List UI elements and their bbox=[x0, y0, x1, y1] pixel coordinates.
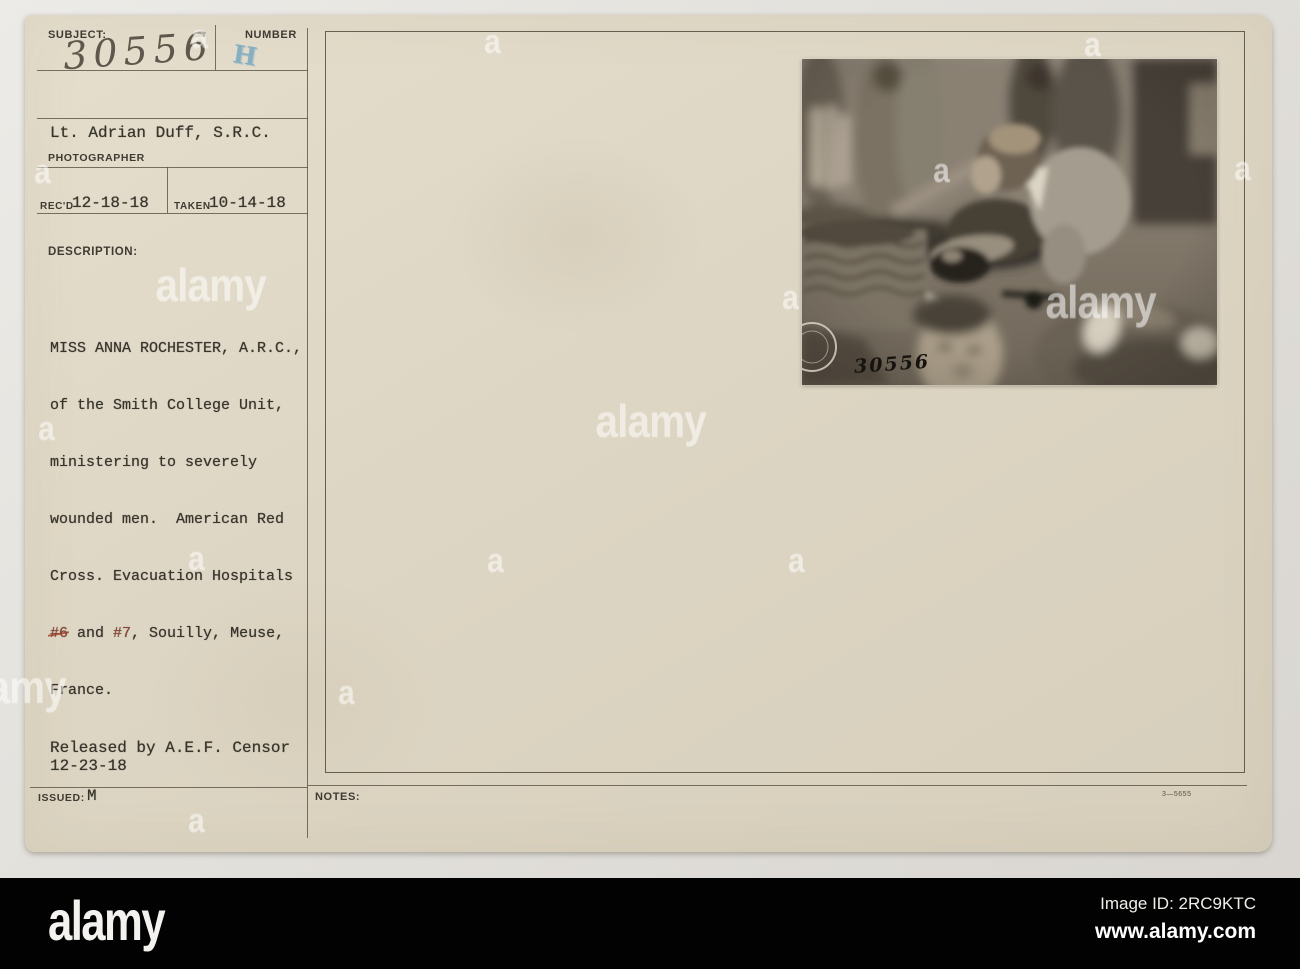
watermark-alamy: alamy bbox=[595, 395, 707, 447]
description-line: MISS ANNA ROCHESTER, A.R.C., bbox=[50, 340, 303, 357]
taken-label: TAKEN bbox=[174, 201, 211, 212]
issued-value: M bbox=[87, 787, 97, 805]
released-date: 12-23-18 bbox=[50, 757, 127, 775]
watermark-alamy: alamy bbox=[1045, 276, 1157, 328]
description-line: Cross. Evacuation Hospitals bbox=[50, 568, 294, 585]
watermark-a: a bbox=[188, 802, 205, 840]
description-line: wounded men. American Red bbox=[50, 511, 285, 528]
photographer-name: Lt. Adrian Duff, S.R.C. bbox=[50, 124, 271, 142]
issued-label: ISSUED: bbox=[38, 792, 85, 804]
description-fragment: and bbox=[68, 625, 114, 642]
description-line: France. bbox=[50, 682, 114, 699]
photograph-nurse-wounded: 30556 bbox=[801, 58, 1218, 386]
description-text: MISS ANNA ROCHESTER, A.R.C., of the Smit… bbox=[50, 301, 302, 738]
watermark-a: a bbox=[191, 18, 208, 56]
number-stamp-h: H bbox=[230, 39, 259, 72]
divider-line bbox=[37, 213, 308, 214]
alamy-url: www.alamy.com bbox=[1094, 920, 1256, 943]
description-line: ministering to severely bbox=[50, 454, 258, 471]
image-id-text: Image ID: 2RC9KTC bbox=[1100, 894, 1256, 913]
watermark-a: a bbox=[1084, 26, 1101, 64]
divider-line bbox=[37, 167, 308, 168]
description-label: DESCRIPTION: bbox=[48, 246, 138, 258]
description-fragment: , Souilly, Meuse, bbox=[131, 625, 285, 642]
taken-date: 10-14-18 bbox=[209, 194, 286, 212]
description-line: of the Smith College Unit, bbox=[50, 397, 285, 414]
watermark-a: a bbox=[487, 542, 504, 580]
description-line-hospitals: #6 and #7, Souilly, Meuse, bbox=[50, 624, 302, 643]
watermark-a: a bbox=[34, 153, 51, 191]
hospital-6-redmark: #6 bbox=[50, 625, 69, 642]
divider-line bbox=[37, 70, 308, 71]
watermark-a: a bbox=[38, 410, 55, 448]
watermark-alamy: alamy bbox=[0, 661, 67, 713]
watermark-a: a bbox=[338, 674, 355, 712]
watermark-a: a bbox=[188, 540, 205, 578]
watermark-a: a bbox=[782, 279, 799, 317]
hospital-7-redmark: #7 bbox=[113, 625, 132, 642]
divider-line bbox=[308, 785, 1247, 786]
photograph-image: 30556 bbox=[802, 59, 1217, 385]
alamy-logo: alamy bbox=[48, 889, 166, 952]
divider-line bbox=[215, 25, 216, 70]
watermark-a: a bbox=[1234, 150, 1251, 188]
watermark-a: a bbox=[933, 152, 950, 190]
column-divider-line bbox=[307, 28, 308, 838]
form-number: 3—5655 bbox=[1162, 791, 1192, 798]
watermark-a: a bbox=[788, 542, 805, 580]
watermark-alamy: alamy bbox=[155, 259, 267, 311]
recd-label: REC'D bbox=[40, 201, 74, 212]
alamy-footer-bar: alamy Image ID: 2RC9KTC www.alamy.com bbox=[0, 878, 1300, 969]
released-by-censor: Released by A.E.F. Censor bbox=[50, 739, 291, 757]
number-label: NUMBER bbox=[245, 29, 297, 41]
divider-line bbox=[37, 118, 308, 119]
divider-line bbox=[167, 167, 168, 213]
recd-date: 12-18-18 bbox=[72, 194, 149, 212]
photographer-label: PHOTOGRAPHER bbox=[48, 152, 145, 164]
divider-line bbox=[30, 787, 307, 788]
watermark-a: a bbox=[484, 23, 501, 61]
stock-photo-canvas: SUBJECT: 30556 NUMBER H Lt. Adrian Duff,… bbox=[0, 0, 1300, 969]
notes-label: NOTES: bbox=[315, 791, 361, 803]
